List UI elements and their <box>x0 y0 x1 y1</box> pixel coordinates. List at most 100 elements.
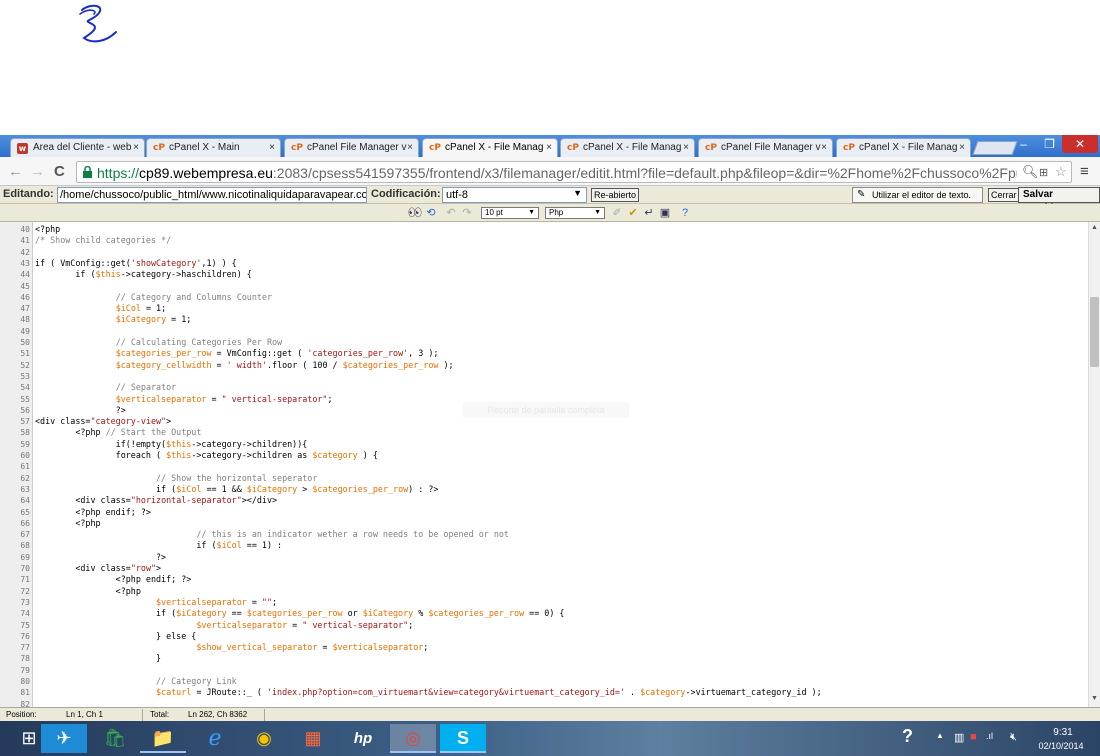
bookmark-star-icon[interactable]: ☆ <box>1055 164 1067 180</box>
hp-icon[interactable]: hp <box>340 724 386 753</box>
network-adapter-icon[interactable]: ▥ <box>954 731 964 744</box>
syntax-select[interactable]: Php ▼ <box>545 207 605 219</box>
line-number: 69 <box>20 552 30 562</box>
save-changes-button[interactable]: Salvar Cambios <box>1018 187 1100 214</box>
tab-area-cliente[interactable]: w Área del Cliente - web × <box>10 138 145 157</box>
reset-highlight-icon[interactable]: ✔ <box>626 206 640 220</box>
line-number: 79 <box>20 665 30 675</box>
scrollbar-thumb[interactable] <box>1090 297 1099 367</box>
close-tab-icon[interactable]: × <box>546 142 552 153</box>
code-line: $verticalseparator = " vertical-separato… <box>196 619 414 630</box>
line-number: 54 <box>20 383 30 393</box>
browser-tab-strip: w Área del Cliente - web × cP cPanel X -… <box>0 135 1100 158</box>
code-editor-iconbar: 👀︎ ⟲ ↶ ↷ 10 pt ▼ Php ▼ ✐ ✔ ↵ ▣ ? <box>0 204 1100 222</box>
line-number: 81 <box>20 688 30 698</box>
remote-app-icon[interactable]: ✈ <box>41 724 87 753</box>
tab-cpanel-file-manager-1[interactable]: cP cPanel File Manager v × <box>284 138 419 157</box>
code-line: // Separator <box>115 382 177 393</box>
scroll-up-icon[interactable]: ▲ <box>1091 224 1098 231</box>
charset-select[interactable]: utf-8 ▼ <box>442 187 587 203</box>
line-number: 74 <box>20 609 30 619</box>
line-number: 45 <box>20 281 30 291</box>
file-path-field[interactable]: /home/chussoco/public_html/www.nicotinal… <box>57 187 367 203</box>
code-line: $verticalseparator = ""; <box>156 596 278 607</box>
reopen-button[interactable]: Re-abierto <box>591 188 640 202</box>
tab-cpanel-file-manager-3[interactable]: cP cPanel File Manager v × <box>698 138 833 157</box>
line-number: 48 <box>20 315 30 325</box>
restore-icon[interactable]: ❐ <box>1037 135 1062 153</box>
tab-label: Área del Cliente - web <box>33 142 132 153</box>
address-bar[interactable]: https://cp89.webempresa.eu:2083/cpsess54… <box>76 161 1072 183</box>
goto-line-icon[interactable]: ⟲ <box>424 206 438 220</box>
line-number: 70 <box>20 564 30 573</box>
code-line: <?php // Start the Output <box>35 427 202 438</box>
media-player-icon[interactable]: ◉ <box>241 724 287 753</box>
file-explorer-icon[interactable]: 📁 <box>140 724 186 753</box>
clock-time[interactable]: 9:31 <box>1038 727 1088 738</box>
line-number: 72 <box>20 586 30 596</box>
tab-cpanel-file-manager-4[interactable]: cP cPanel X - File Manag × <box>836 138 971 157</box>
tab-label: cPanel File Manager v <box>721 142 821 153</box>
code-line: <?php <box>35 585 141 596</box>
code-line: <?php <box>35 224 61 234</box>
tab-cpanel-file-manager-2[interactable]: cP cPanel X - File Manag × <box>560 138 695 157</box>
code-line: } <box>35 653 162 664</box>
search-icon[interactable]: 🔍︎ <box>1022 164 1039 180</box>
binoculars-search-icon[interactable]: 👀︎ <box>408 206 422 220</box>
translate-icon[interactable]: ⊞ <box>1039 166 1048 179</box>
use-text-editor-button[interactable]: ✎ Utilizar el editor de texto. <box>852 187 983 203</box>
tab-cpanel-file-manager-active[interactable]: cP cPanel X - File Manag × <box>422 138 558 158</box>
line-number: 77 <box>20 643 30 653</box>
close-tab-icon[interactable]: × <box>683 142 689 153</box>
dropdown-arrow-icon: ▼ <box>573 188 582 198</box>
signal-icon[interactable]: .ıl <box>986 731 993 741</box>
code-line: if ($iCol == 1 && $iCategory > $categori… <box>35 483 439 494</box>
line-number: 68 <box>20 541 30 551</box>
clock-date[interactable]: 02/10/2014 <box>1030 741 1092 751</box>
position-value: Ln 1, Ch 1 <box>66 710 103 719</box>
antivirus-icon[interactable]: ■ <box>970 731 977 743</box>
code-line: <div class="category-view"> <box>35 416 172 427</box>
tab-label: cPanel X - File Manag <box>583 142 682 153</box>
menu-icon[interactable]: ≡ <box>1080 163 1089 180</box>
scroll-down-icon[interactable]: ▼ <box>1091 695 1098 702</box>
close-button[interactable]: Cerrar <box>988 188 1020 202</box>
close-tab-icon[interactable]: × <box>133 142 139 153</box>
undo-icon[interactable]: ↶ <box>444 206 458 220</box>
internet-explorer-icon[interactable]: e <box>192 724 238 753</box>
fullscreen-icon[interactable]: ▣ <box>658 206 672 220</box>
forward-arrow-icon[interactable]: → <box>30 163 45 180</box>
chrome-icon[interactable]: ◎ <box>390 724 436 753</box>
help-tray-icon[interactable]: ? <box>902 726 913 747</box>
close-tab-icon[interactable]: × <box>407 142 413 153</box>
word-wrap-icon[interactable]: ↵ <box>642 206 656 220</box>
line-number: 73 <box>20 597 30 607</box>
line-number: 44 <box>20 270 30 280</box>
show-hidden-icons-icon[interactable]: ▲ <box>936 731 944 740</box>
line-number: 62 <box>20 473 30 483</box>
skype-icon[interactable]: S <box>440 724 486 753</box>
code-editor[interactable]: 40 41 42 43 44 45 46 47 48 49 50 51 52 53 54 55 56 57 58 59… <box>0 222 1088 707</box>
photo-app-icon[interactable]: ▦ <box>290 724 336 753</box>
font-size-select[interactable]: 10 pt ▼ <box>481 207 539 219</box>
vertical-scrollbar[interactable]: ▲ ▼ <box>1088 222 1100 707</box>
volume-muted-icon[interactable]: 🔇︎ <box>1010 731 1017 744</box>
reload-icon[interactable]: C <box>54 163 65 180</box>
close-window-icon[interactable]: ✕ <box>1062 135 1098 153</box>
code-line: // Show the horizontal seperator <box>156 472 318 483</box>
code-line: // Category and Columns Counter <box>115 291 272 302</box>
line-number: 42 <box>20 247 30 257</box>
close-tab-icon[interactable]: × <box>821 142 827 153</box>
minimize-icon[interactable]: – <box>1010 135 1037 153</box>
close-tab-icon[interactable]: × <box>269 142 275 153</box>
windows-taskbar: ⊞ ✈ 🛍 📁 e ◉ ▦ hp ◎ S ? ▲ ▥ ■ .ıl 🔇︎ 9:31… <box>0 721 1100 756</box>
help-icon[interactable]: ? <box>678 206 692 220</box>
line-number: 64 <box>20 496 30 506</box>
store-icon[interactable]: 🛍 <box>92 724 138 753</box>
back-arrow-icon[interactable]: ← <box>8 163 23 180</box>
redo-icon[interactable]: ↷ <box>460 206 474 220</box>
close-tab-icon[interactable]: × <box>959 142 965 153</box>
highlight-icon[interactable]: ✐ <box>610 206 624 220</box>
editing-label: Editando: <box>3 188 54 200</box>
tab-cpanel-main[interactable]: cP cPanel X - Main × <box>146 138 281 157</box>
